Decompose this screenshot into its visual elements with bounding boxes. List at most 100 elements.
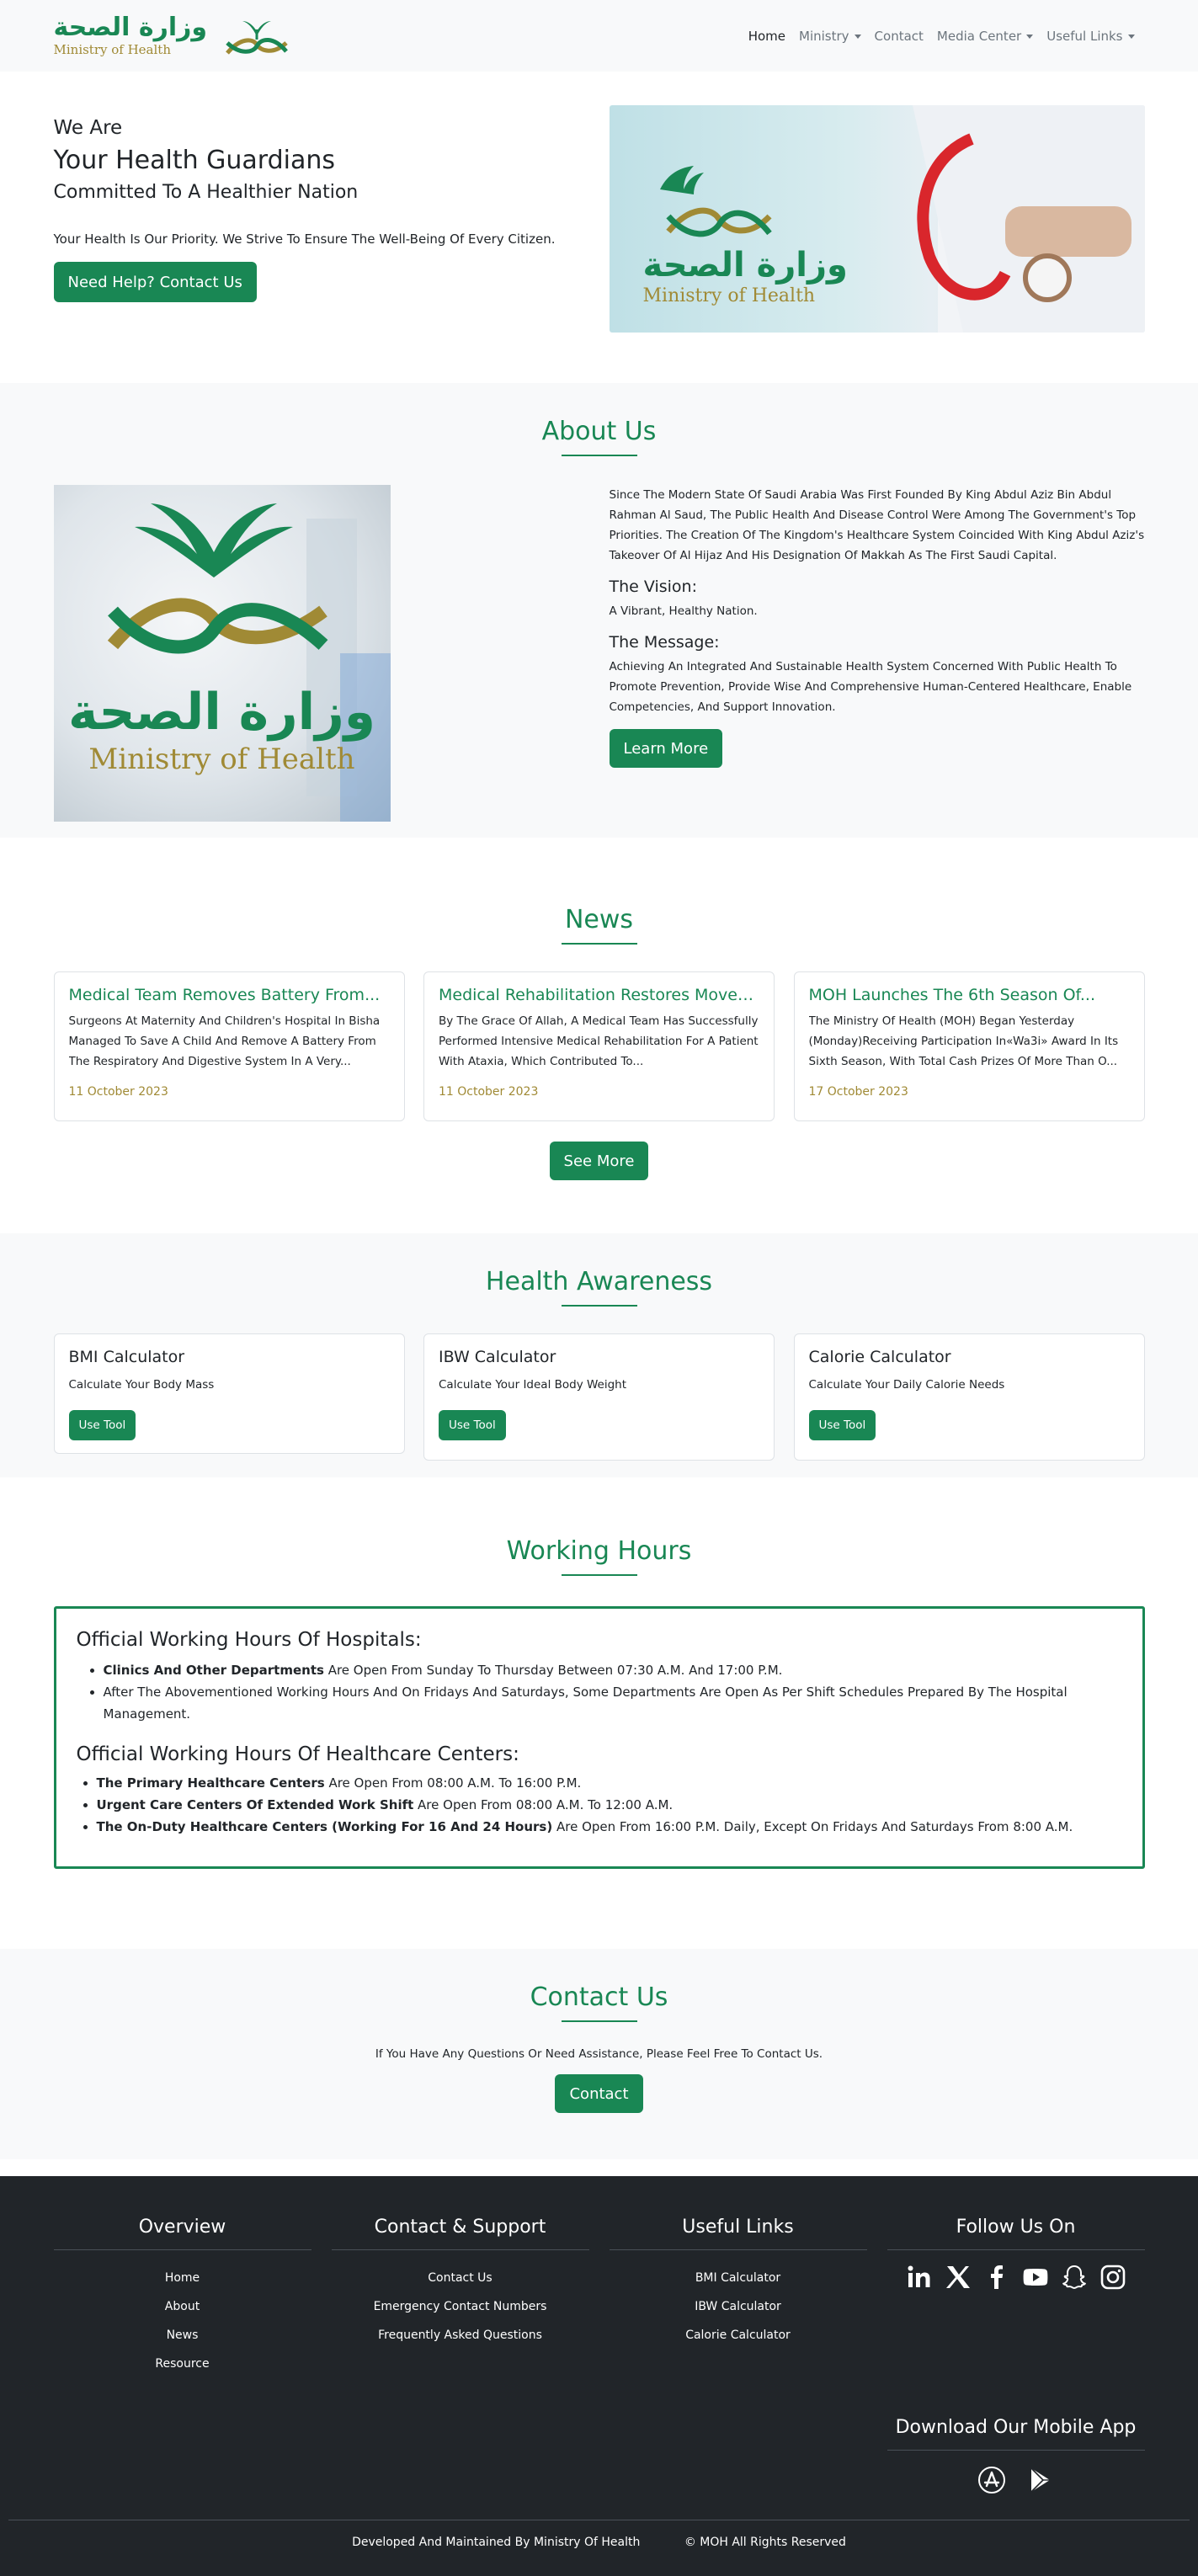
news-card-date: 17 October 2023 (808, 1085, 908, 1099)
contact-help-button[interactable]: Need Help? Contact Us (53, 262, 257, 302)
nav-useful-links-label: Useful Links (1046, 29, 1123, 44)
google-play-icon[interactable] (1026, 2466, 1055, 2494)
about-history-text: Since The Modern State Of Saudi Arabia W… (609, 488, 1145, 562)
centers-hours-heading: Official Working Hours Of Healthcare Cen… (76, 1743, 519, 1765)
footer-overview-title: Overview (53, 2217, 311, 2250)
list-item: After The Abovementioned Working Hours A… (104, 1681, 1122, 1725)
footer-link-ibw[interactable]: IBW Calculator (610, 2292, 867, 2321)
working-hours-box: Official Working Hours Of Hospitals: Cli… (53, 1606, 1145, 1869)
footer-copyright-text: © MOH All Rights Reserved (684, 2536, 846, 2549)
title-underline (561, 1574, 637, 1576)
about-image-logo-text: وزارة الصحة Ministry of Health (54, 687, 391, 776)
nav-useful-links[interactable]: Useful Links (1046, 28, 1135, 44)
news-section: News Medical Team Removes Battery From..… (0, 838, 1198, 1233)
footer-link-faq[interactable]: Frequently Asked Questions (332, 2321, 589, 2350)
nav-contact[interactable]: Contact (875, 29, 924, 44)
footer-follow: Follow Us On Download Our Mobile App (887, 2217, 1145, 2494)
news-card[interactable]: Medical Rehabilitation Restores Moveme..… (423, 971, 775, 1121)
hospitals-hours-heading: Official Working Hours Of Hospitals: (76, 1629, 422, 1651)
footer-overview: Overview Home About News Resource (53, 2217, 311, 2494)
use-tool-button[interactable]: Use Tool (439, 1410, 506, 1440)
list-item-bold: The On-Duty Healthcare Centers (Working … (96, 1819, 553, 1834)
footer-link-resource[interactable]: Resource (54, 2350, 311, 2378)
news-card-date: 11 October 2023 (68, 1085, 168, 1099)
news-card-title[interactable]: Medical Rehabilitation Restores Moveme..… (439, 986, 759, 1004)
hero-line-1: We Are (53, 117, 123, 139)
footer-link-home[interactable]: Home (54, 2264, 311, 2292)
centers-hours-list: The Primary Healthcare Centers Are Open … (77, 1772, 1122, 1838)
working-hours-section: Working Hours Official Working Hours Of … (0, 1477, 1198, 1949)
learn-more-button[interactable]: Learn More (609, 729, 723, 768)
caret-down-icon (1026, 35, 1034, 39)
news-card-title[interactable]: Medical Team Removes Battery From... (69, 986, 390, 1004)
brand-arabic: وزارة الصحة (53, 13, 208, 42)
footer-link-calorie[interactable]: Calorie Calculator (610, 2321, 867, 2350)
list-item-bold: The Primary Healthcare Centers (96, 1775, 325, 1791)
footer-link-contact-us[interactable]: Contact Us (332, 2264, 589, 2292)
ministry-emblem-icon (226, 20, 288, 55)
hero-section: We Are Your Health Guardians Committed T… (0, 72, 1198, 383)
brand-logo[interactable]: وزارة الصحة Ministry of Health (54, 11, 296, 61)
news-card-text: The Ministry Of Health (MOH) Began Yeste… (808, 1014, 1119, 1068)
news-card-text: Surgeons At Maternity And Children's Hos… (68, 1014, 381, 1068)
nav-home[interactable]: Home (748, 29, 785, 44)
list-item: Urgent Care Centers Of Extended Work Shi… (97, 1794, 1122, 1816)
news-card-title[interactable]: MOH Launches The 6th Season Of... (809, 986, 1130, 1004)
list-item-text: Are Open From Sunday To Thursday Between… (323, 1663, 783, 1678)
x-icon[interactable] (945, 2264, 972, 2291)
nav-media-center[interactable]: Media Center (937, 28, 1034, 44)
message-text: Achieving An Integrated And Sustainable … (609, 660, 1132, 714)
footer-link-bmi[interactable]: BMI Calculator (610, 2264, 867, 2292)
footer-link-emergency[interactable]: Emergency Contact Numbers (332, 2292, 589, 2321)
awareness-title: Health Awareness (485, 1267, 713, 1296)
section-gap (0, 2159, 1198, 2176)
youtube-icon[interactable] (1022, 2264, 1049, 2291)
title-underline (561, 455, 637, 456)
navbar: وزارة الصحة Ministry of Health Home Mini… (0, 0, 1198, 72)
footer-developer-text: Developed And Maintained By Ministry Of … (352, 2536, 641, 2549)
footer-useful-links: Useful Links BMI Calculator IBW Calculat… (609, 2217, 867, 2494)
ibw-calculator-card: IBW Calculator Calculate Your Ideal Body… (423, 1333, 775, 1461)
snapchat-icon[interactable] (1061, 2264, 1088, 2291)
linkedin-icon[interactable] (906, 2264, 933, 2291)
caret-down-icon (1127, 35, 1135, 39)
use-tool-button[interactable]: Use Tool (808, 1410, 876, 1440)
app-store-icons (887, 2466, 1145, 2494)
message-heading: The Message: (609, 633, 720, 652)
news-card-text: By The Grace Of Allah, A Medical Team Ha… (439, 1014, 759, 1068)
hero-image: وزارة الصحة Ministry of Health (609, 105, 1145, 333)
brand-english: Ministry of Health (53, 42, 172, 57)
news-card[interactable]: Medical Team Removes Battery From... Sur… (53, 971, 405, 1121)
nav-ministry-label: Ministry (799, 29, 849, 44)
facebook-icon[interactable] (983, 2264, 1010, 2291)
see-more-button[interactable]: See More (549, 1142, 649, 1180)
footer: Overview Home About News Resource Contac… (0, 2176, 1198, 2576)
footer-link-news[interactable]: News (54, 2321, 311, 2350)
caret-down-icon (854, 35, 861, 39)
footer-follow-title: Follow Us On (887, 2217, 1145, 2250)
footer-support: Contact & Support Contact Us Emergency C… (331, 2217, 589, 2494)
social-icons (887, 2264, 1145, 2291)
footer-useful-title: Useful Links (609, 2217, 867, 2250)
news-card[interactable]: MOH Launches The 6th Season Of... The Mi… (793, 971, 1145, 1121)
contact-button[interactable]: Contact (555, 2074, 643, 2113)
contact-section: Contact Us If You Have Any Questions Or … (0, 1949, 1198, 2159)
news-title: News (564, 905, 634, 934)
news-card-date: 11 October 2023 (439, 1085, 539, 1099)
footer-link-about[interactable]: About (54, 2292, 311, 2321)
about-title: About Us (541, 417, 657, 446)
list-item: The Primary Healthcare Centers Are Open … (97, 1772, 1122, 1794)
instagram-icon[interactable] (1099, 2264, 1126, 2291)
about-image-logo-arabic: وزارة الصحة (67, 683, 376, 742)
health-awareness-section: Health Awareness BMI Calculator Calculat… (0, 1233, 1198, 1477)
contact-title: Contact Us (530, 1983, 668, 2012)
hero-description: Your Health Is Our Priority. We Strive T… (53, 232, 556, 247)
title-underline (561, 2020, 637, 2022)
nav-ministry[interactable]: Ministry (799, 28, 861, 44)
app-store-icon[interactable] (977, 2466, 1006, 2494)
hours-title: Working Hours (506, 1536, 692, 1566)
list-item: Clinics And Other Departments Are Open F… (104, 1659, 1122, 1681)
use-tool-button[interactable]: Use Tool (68, 1410, 136, 1440)
bmi-calculator-card: BMI Calculator Calculate Your Body Mass … (53, 1333, 405, 1454)
vision-heading: The Vision: (609, 577, 697, 596)
